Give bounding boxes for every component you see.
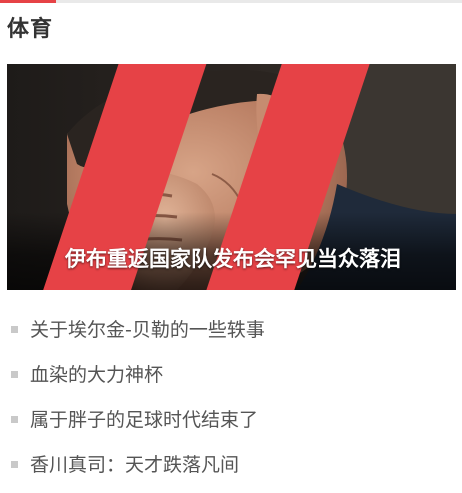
bullet-icon	[11, 416, 18, 423]
news-list-item[interactable]: 关于埃尔金-贝勒的一些轶事	[0, 308, 462, 353]
bullet-icon	[11, 461, 18, 468]
bullet-icon	[11, 371, 18, 378]
news-title[interactable]: 血染的大力神杯	[30, 360, 163, 390]
news-title[interactable]: 香川真司：天才跌落凡间	[30, 450, 239, 480]
featured-news-card[interactable]: 伊布重返国家队发布会罕见当众落泪	[7, 64, 456, 290]
news-list: 关于埃尔金-贝勒的一些轶事 血染的大力神杯 属于胖子的足球时代结束了 香川真司：…	[0, 308, 462, 488]
featured-news-headline[interactable]: 伊布重返国家队发布会罕见当众落泪	[65, 244, 401, 274]
news-title[interactable]: 关于埃尔金-贝勒的一些轶事	[30, 315, 265, 345]
section-top-rule	[0, 0, 462, 3]
news-title[interactable]: 属于胖子的足球时代结束了	[30, 405, 258, 435]
section-title[interactable]: 体育	[7, 14, 53, 46]
news-list-item[interactable]: 香川真司：天才跌落凡间	[0, 443, 462, 488]
news-list-item[interactable]: 属于胖子的足球时代结束了	[0, 398, 462, 443]
section-accent-bar	[0, 0, 56, 3]
bullet-icon	[11, 326, 18, 333]
news-list-item[interactable]: 血染的大力神杯	[0, 353, 462, 398]
